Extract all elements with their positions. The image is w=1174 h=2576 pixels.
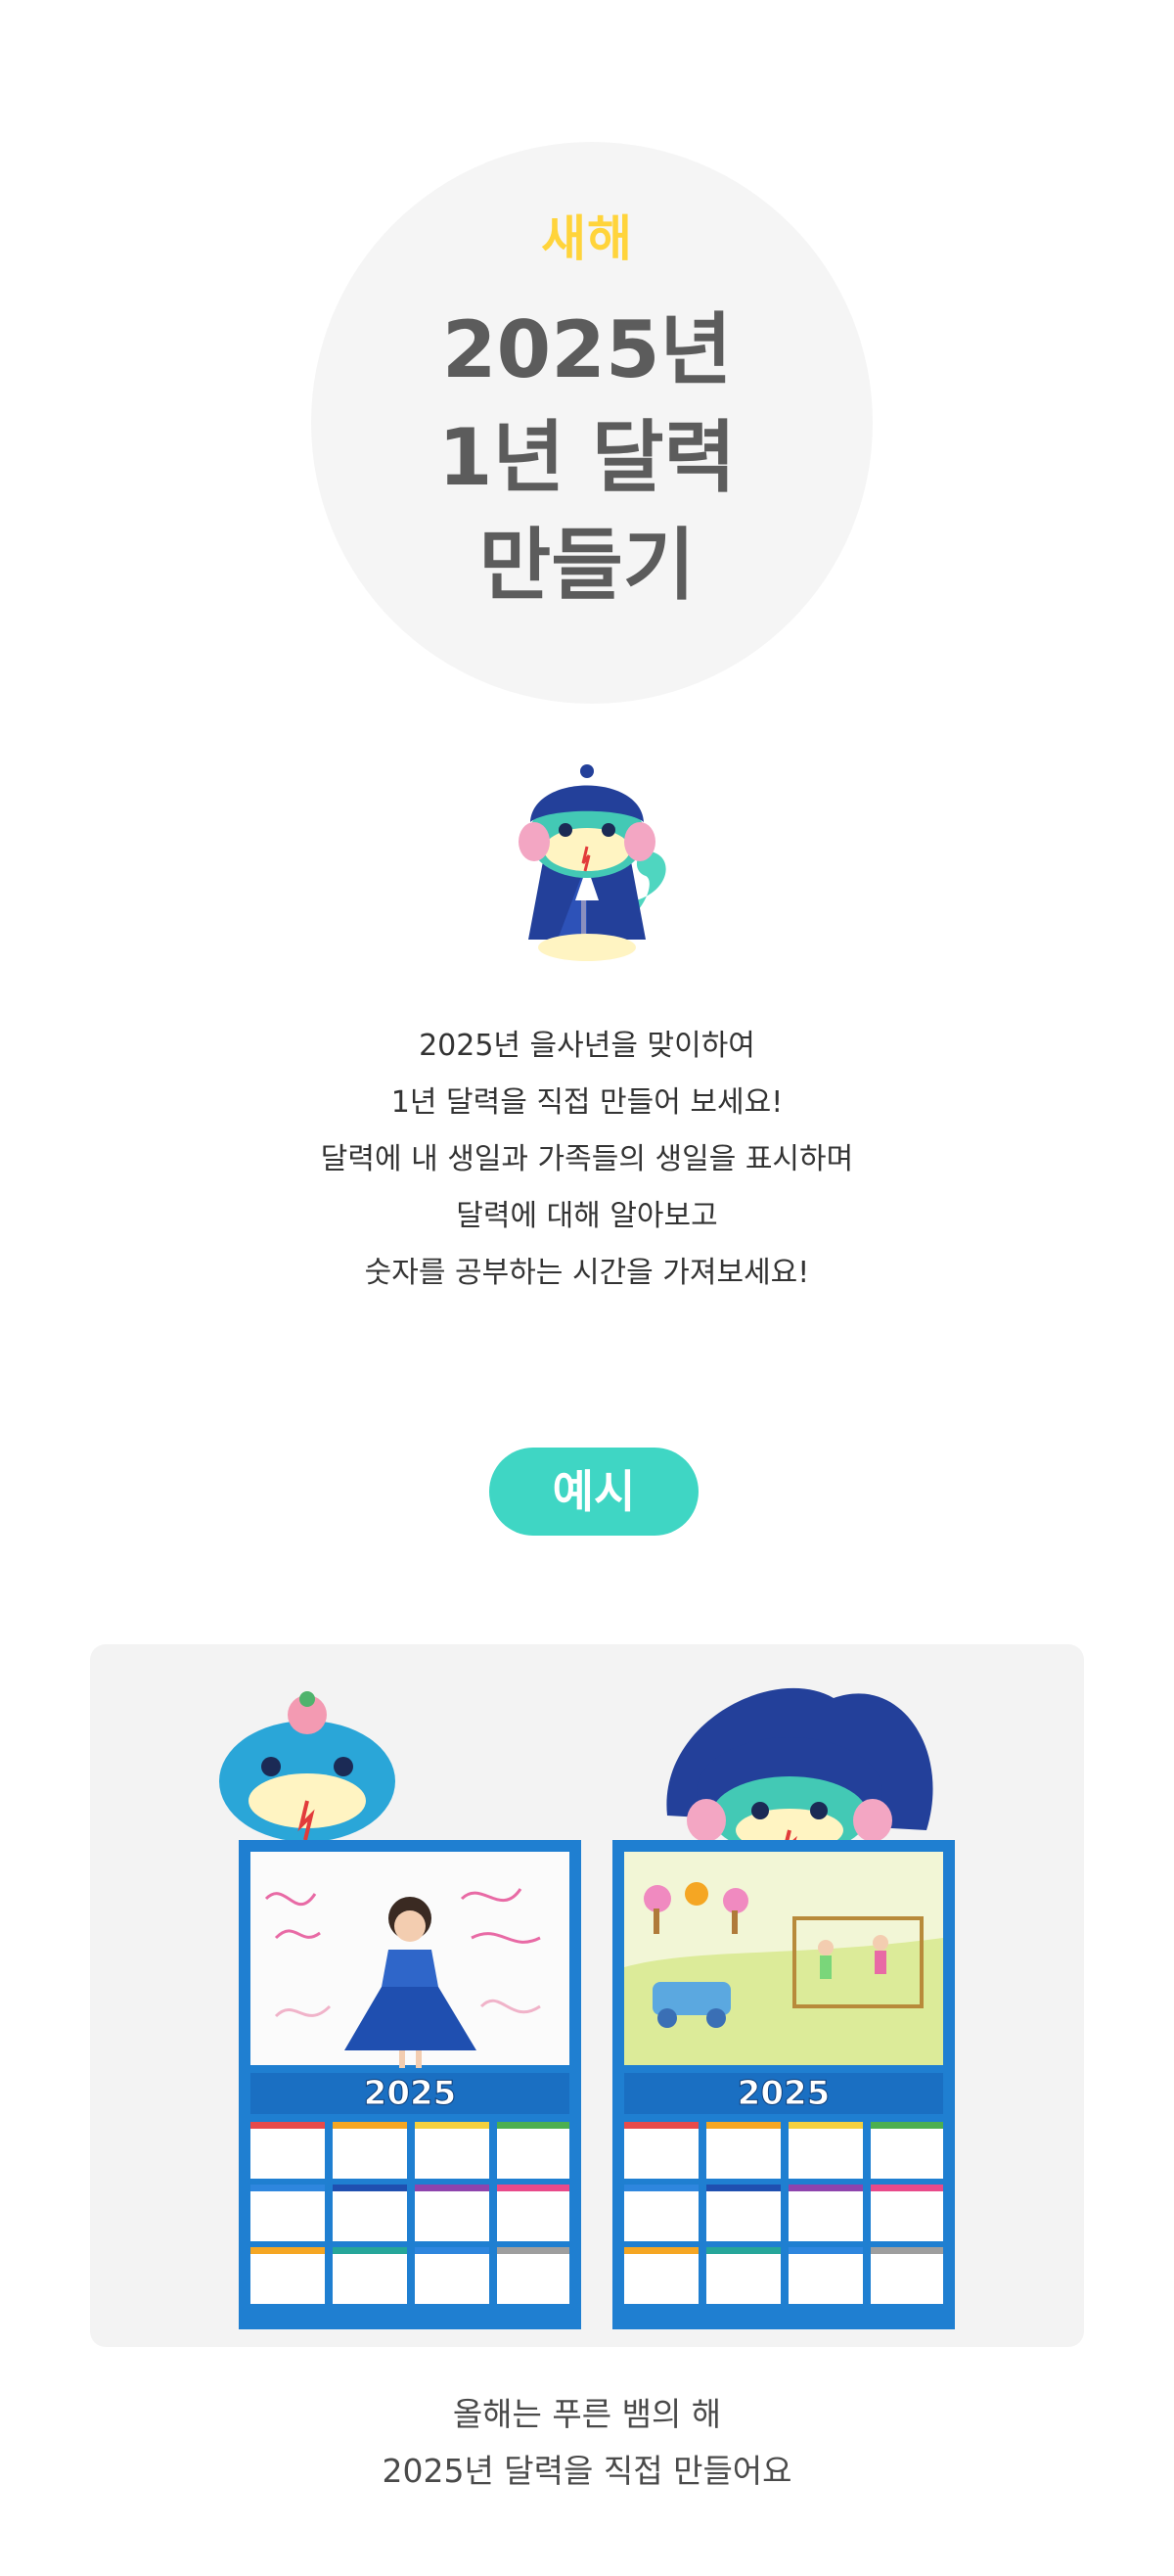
calendar-examples-illustration: 2025 2025 (219, 1687, 955, 2329)
page: 새해 2025년 1년 달력 만들기 2025년 을사년을 맞이하여 1년 달력… (0, 0, 1174, 2576)
intro-line-5: 숫자를 공부하는 시간을 가져보세요! (364, 1256, 810, 1290)
intro-line-3: 달력에 내 생일과 가족들의 생일을 표시하며 (320, 1142, 854, 1176)
hero-kicker: 새해 (541, 210, 633, 267)
caption-line-1: 올해는 푸른 뱀의 해 (452, 2395, 722, 2433)
calendar-right-year: 2025 (738, 2074, 831, 2113)
calendar-left-year: 2025 (364, 2074, 457, 2113)
example-caption: 올해는 푸른 뱀의 해 2025년 달력을 직접 만들어요 (0, 2386, 1174, 2500)
intro-line-4: 달력에 대해 알아보고 (456, 1199, 718, 1233)
intro-line-2: 1년 달력을 직접 만들어 보세요! (390, 1085, 784, 1120)
caption-line-2: 2025년 달력을 직접 만들어요 (382, 2452, 792, 2490)
hero-title-line-2: 1년 달력 (437, 412, 737, 503)
example-photo: 2025 2025 (90, 1644, 1084, 2347)
hero-title-line-3: 만들기 (478, 520, 696, 611)
calendar-left: 2025 (219, 1691, 581, 2329)
intro-text: 2025년 을사년을 맞이하여 1년 달력을 직접 만들어 보세요! 달력에 내… (0, 1018, 1174, 1302)
intro-line-1: 2025년 을사년을 맞이하여 (419, 1029, 755, 1063)
calendar-right: 2025 (612, 1687, 955, 2329)
example-badge: 예시 (489, 1448, 699, 1536)
blue-snake-mascot-icon (519, 764, 666, 961)
hero-title-line-1: 2025년 (441, 304, 733, 395)
